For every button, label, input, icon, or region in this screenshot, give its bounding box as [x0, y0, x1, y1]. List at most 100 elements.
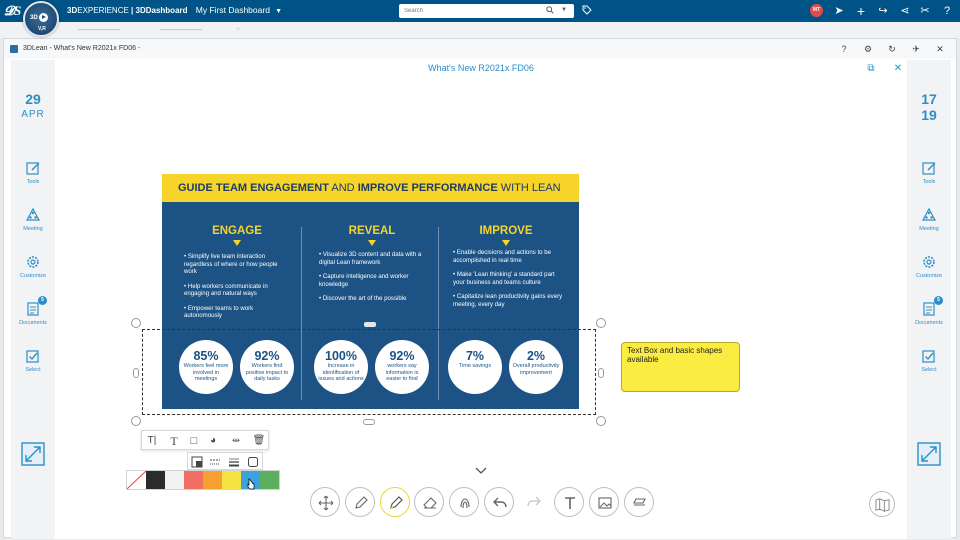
app-title: 3DEXPERIENCE | 3DDashboard My First Dash… — [67, 5, 282, 15]
customize-gear-icon — [923, 256, 935, 268]
settings-icon[interactable]: ⚙ — [862, 43, 874, 55]
palette-icon[interactable]: ◕ — [206, 434, 220, 448]
text-style-icon[interactable]: T| — [145, 434, 159, 448]
left-side-panel: 29 APR Tools Meeting Customize 5 Documen… — [11, 60, 55, 539]
tag-icon[interactable] — [582, 5, 592, 15]
shape-tool-button[interactable] — [624, 487, 654, 517]
customize-gear-icon — [27, 256, 39, 268]
swatch-none[interactable] — [127, 471, 146, 489]
close-icon[interactable]: ✕ — [934, 43, 946, 55]
date-range-start: 17 — [921, 91, 937, 107]
add-tab-icon[interactable]: + — [236, 26, 240, 33]
add-icon[interactable]: + — [854, 4, 868, 18]
fullscreen-icon[interactable] — [21, 442, 45, 466]
close-document-icon[interactable]: ✕ — [893, 64, 903, 74]
dashboard-tab-row: ━━━━━━━━━━ ━━━━━━━━━━ + — [0, 22, 960, 38]
resize-handle-left[interactable] — [133, 368, 139, 378]
tools-icon — [922, 162, 936, 175]
font-icon[interactable]: T — [167, 434, 181, 448]
bullet-item: • Enable decisions and actions to be acc… — [453, 249, 552, 264]
delete-icon[interactable]: 🗑 — [252, 434, 266, 448]
swatch-green[interactable] — [260, 471, 279, 489]
slide-banner-text: GUIDE TEAM ENGAGEMENT AND IMPROVE PERFOR… — [178, 182, 561, 194]
resize-handle-right[interactable] — [598, 368, 604, 378]
sticky-text-box[interactable]: Text Box and basic shapes available — [621, 342, 740, 392]
image-tool-button[interactable] — [589, 487, 619, 517]
arrow-down-icon — [368, 240, 376, 246]
side-item-customize[interactable]: Customize — [11, 254, 55, 279]
fullscreen-icon[interactable] — [917, 442, 941, 466]
pencil-tool-button[interactable] — [345, 487, 375, 517]
side-item-select[interactable]: Select — [907, 348, 951, 373]
resize-handle-bottom-right[interactable] — [596, 416, 606, 426]
side-item-customize[interactable]: Customize — [907, 254, 951, 279]
forward-icon[interactable]: ↪ — [876, 4, 890, 18]
help-icon[interactable]: ? — [838, 43, 850, 55]
side-item-meeting[interactable]: Meeting — [11, 207, 55, 232]
documents-count-badge: 5 — [38, 296, 47, 305]
dassault-logo[interactable]: 𝓓S — [4, 3, 21, 19]
line-weight-icon[interactable] — [228, 456, 240, 468]
border-icon[interactable]: □ — [187, 434, 201, 448]
search-icon[interactable] — [546, 6, 554, 14]
swatch-orange[interactable] — [203, 471, 222, 489]
redo-button[interactable] — [519, 487, 549, 517]
search-box[interactable]: ▼ — [399, 4, 574, 18]
share-link-icon[interactable]: ➤ — [832, 4, 846, 18]
map-icon — [875, 498, 890, 512]
chevron-down-icon[interactable] — [475, 466, 487, 476]
user-avatar[interactable]: MT — [810, 4, 823, 17]
dashboard-name[interactable]: My First Dashboard — [196, 5, 270, 15]
date-range-end: 19 — [921, 107, 937, 123]
swatch-white[interactable] — [165, 471, 184, 489]
hidden-tab: ━━━━━━━━━━ — [160, 27, 203, 34]
selection-box[interactable] — [142, 329, 596, 415]
bullet-item: • Help workers communicate in engaging a… — [184, 282, 268, 298]
bullet-item: • Capitalize lean productivity gains eve… — [453, 293, 563, 308]
swatch-black[interactable] — [146, 471, 165, 489]
column-heading-reveal: REVEAL — [348, 225, 396, 237]
side-item-documents[interactable]: 5 Documents — [907, 296, 951, 326]
settings-tools-icon[interactable]: ✂ — [918, 4, 932, 18]
dashed-line-icon[interactable] — [209, 456, 221, 468]
undo-button[interactable] — [484, 487, 514, 517]
text-tool-button[interactable] — [554, 487, 584, 517]
swatch-red[interactable] — [184, 471, 203, 489]
highlighter-tool-button[interactable] — [380, 487, 410, 517]
fill-color-icon[interactable] — [191, 456, 203, 468]
external-edit-icon[interactable]: ⧉ — [866, 64, 876, 74]
chevron-down-icon[interactable]: ▼ — [275, 8, 282, 15]
swatch-yellow[interactable] — [222, 471, 241, 489]
slide-scroll-handle[interactable] — [364, 322, 376, 327]
eraser-tool-button[interactable] — [414, 487, 444, 517]
bullet-item: • Make 'Lean thinking' a standard part y… — [453, 271, 555, 286]
search-input[interactable] — [404, 6, 539, 16]
arrow-down-icon — [233, 240, 241, 246]
side-item-meeting[interactable]: Meeting — [907, 207, 951, 232]
move-tool-button[interactable] — [310, 487, 340, 517]
pin-icon[interactable]: ✈ — [910, 43, 922, 55]
hidden-tab: ━━━━━━━━━━ — [78, 27, 121, 34]
refresh-icon[interactable]: ↻ — [886, 43, 898, 55]
map-button[interactable] — [869, 491, 895, 517]
resize-handle-top-left[interactable] — [131, 318, 141, 328]
resize-handle-bottom[interactable] — [363, 419, 375, 425]
resize-handle-bottom-left[interactable] — [131, 416, 141, 426]
side-item-select[interactable]: Select — [11, 348, 55, 373]
right-side-panel: 17 19 Tools Meeting Customize 5 Document… — [907, 60, 951, 539]
resize-handle-top-right[interactable] — [596, 318, 606, 328]
top-bar: 𝓓S 3D V,R 3DEXPERIENCE | 3DDashboard My … — [0, 0, 960, 37]
compass-3d-label: 3D — [30, 15, 38, 21]
fill-icon[interactable]: ⥈ — [229, 434, 243, 448]
compass-button[interactable]: 3D V,R — [23, 1, 59, 37]
side-item-label: Meeting — [23, 226, 43, 232]
app-name: | 3DDashboard — [131, 6, 188, 15]
side-item-documents[interactable]: 5 Documents — [11, 296, 55, 326]
search-dropdown-icon[interactable]: ▼ — [561, 7, 567, 13]
side-item-tools[interactable]: Tools — [11, 160, 55, 185]
touch-tool-button[interactable] — [449, 487, 479, 517]
corner-shape-icon[interactable] — [247, 456, 259, 468]
share-icon[interactable]: ⋖ — [898, 4, 912, 18]
help-icon[interactable]: ? — [940, 4, 954, 18]
side-item-tools[interactable]: Tools — [907, 160, 951, 185]
